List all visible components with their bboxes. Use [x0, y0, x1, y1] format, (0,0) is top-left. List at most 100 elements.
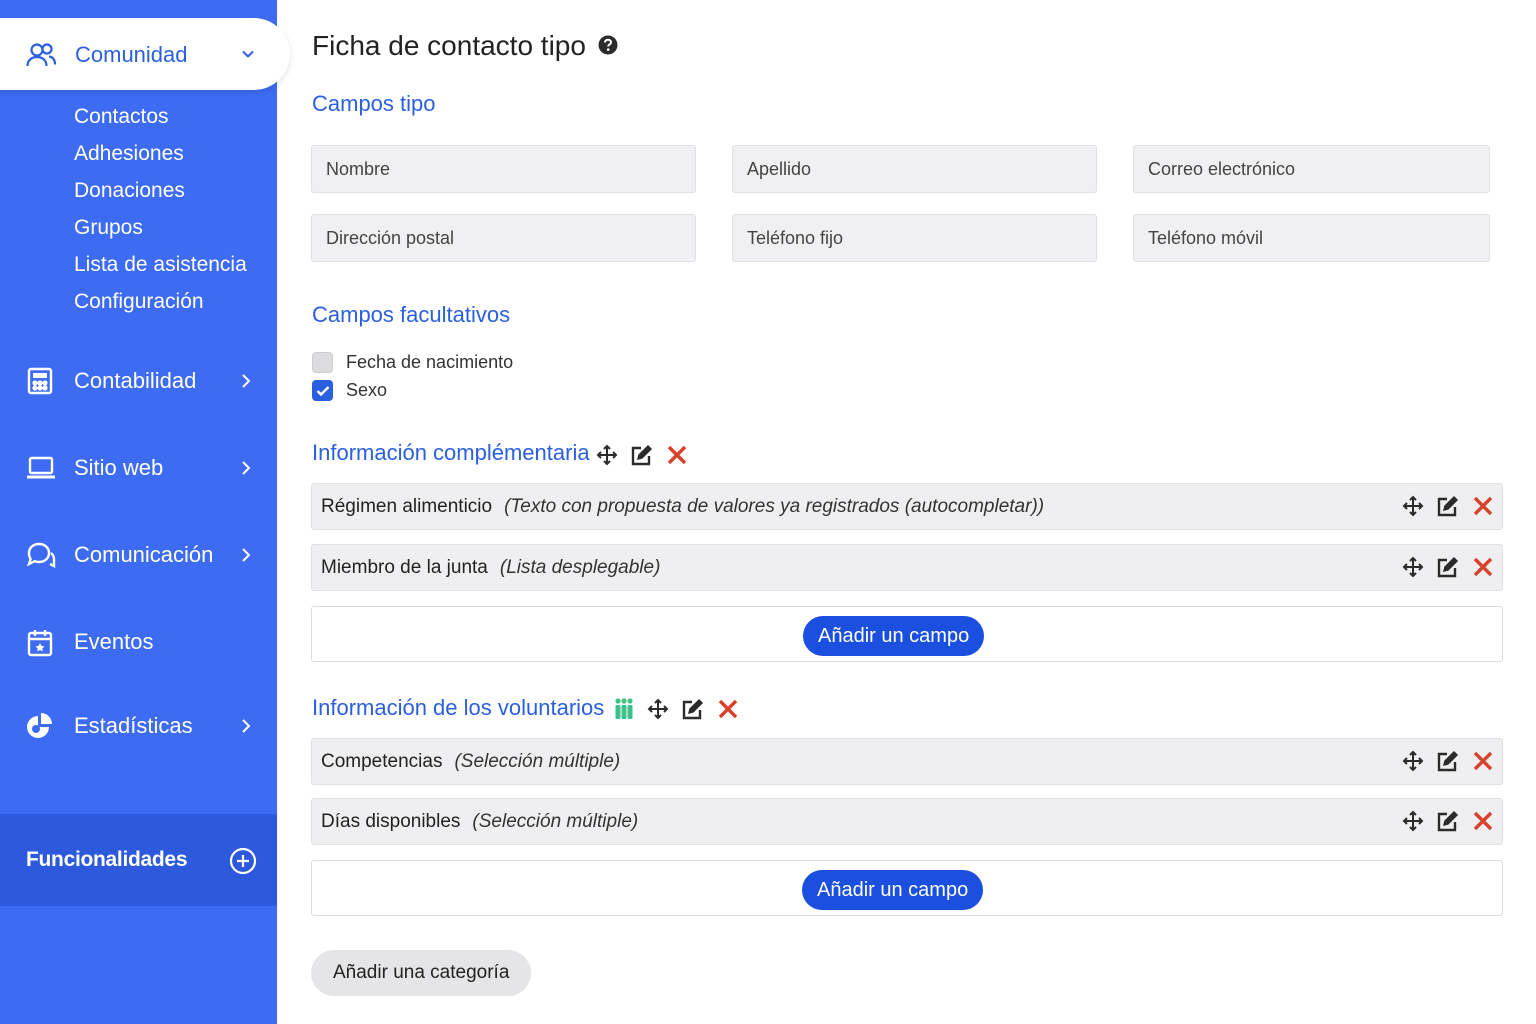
- chevron-down-icon[interactable]: [240, 46, 256, 67]
- move-icon[interactable]: [1402, 810, 1424, 837]
- sidebar: Comunidad Contactos Adhesiones Donacione…: [0, 0, 290, 1024]
- move-icon[interactable]: [1402, 556, 1424, 583]
- checkbox-sexo[interactable]: Sexo: [312, 380, 387, 401]
- checkbox-fecha-nacimiento[interactable]: Fecha de nacimiento: [312, 352, 513, 373]
- field-row-label: Régimen alimenticio (Texto con propuesta …: [321, 496, 1044, 518]
- chevron-right-icon: [238, 459, 254, 482]
- section-title-campos-facultativos: Campos facultativos: [312, 302, 511, 327]
- sub-item-contactos[interactable]: Contactos: [74, 100, 247, 137]
- field-direccion-postal[interactable]: Dirección postal: [311, 214, 696, 262]
- add-field-zone: Añadir un campo: [311, 860, 1503, 916]
- category-actions: [596, 443, 688, 472]
- page-title-text: Ficha de contacto tipo: [312, 30, 586, 61]
- page-title: Ficha de contacto tipo: [312, 30, 618, 62]
- features-label: Funcionalidades: [26, 848, 188, 871]
- section-title-campos-tipo: Campos tipo: [312, 91, 436, 116]
- edit-icon[interactable]: [1436, 809, 1460, 838]
- field-row-actions: [1402, 749, 1494, 778]
- sub-item-donaciones[interactable]: Donaciones: [74, 174, 247, 211]
- nav-item-sitio-web[interactable]: Sitio web: [0, 443, 277, 493]
- delete-icon[interactable]: [717, 698, 739, 725]
- nav-item-estadisticas[interactable]: Estadísticas: [0, 701, 277, 751]
- community-icon: [26, 42, 57, 73]
- delete-icon[interactable]: [666, 444, 688, 471]
- chevron-right-icon: [238, 717, 254, 740]
- sub-item-lista-asistencia[interactable]: Lista de asistencia: [74, 248, 247, 285]
- field-row-label: Competencias (Selección múltiple): [321, 751, 620, 773]
- add-field-zone: Añadir un campo: [311, 606, 1503, 662]
- help-icon[interactable]: [598, 30, 618, 62]
- laptop-icon: [26, 454, 56, 487]
- nav-label-contabilidad: Contabilidad: [74, 368, 197, 393]
- move-icon[interactable]: [596, 444, 618, 471]
- nav-item-contabilidad[interactable]: Contabilidad: [0, 356, 277, 406]
- field-correo-electronico[interactable]: Correo electrónico: [1133, 145, 1490, 193]
- add-field-button[interactable]: Añadir un campo: [803, 616, 985, 656]
- move-icon[interactable]: [647, 698, 669, 725]
- delete-icon[interactable]: [1472, 556, 1494, 583]
- field-row-label: Miembro de la junta (Lista desplegable): [321, 557, 660, 579]
- features-button[interactable]: Funcionalidades: [0, 814, 277, 906]
- field-row[interactable]: Miembro de la junta (Lista desplegable): [311, 544, 1503, 591]
- category-actions: [613, 697, 739, 726]
- field-row-type: (Selección múltiple): [454, 751, 621, 772]
- plus-circle-icon[interactable]: [229, 847, 257, 880]
- edit-icon[interactable]: [630, 443, 654, 472]
- submenu-comunidad: Contactos Adhesiones Donaciones Grupos L…: [74, 100, 247, 322]
- calendar-icon: [26, 628, 54, 663]
- field-row-label: Días disponibles (Selección múltiple): [321, 811, 638, 833]
- field-row-type: (Selección múltiple): [472, 811, 639, 832]
- field-row[interactable]: Competencias (Selección múltiple): [311, 738, 1503, 785]
- field-row-name: Miembro de la junta: [321, 557, 488, 578]
- category-title-informacion-voluntarios: Información de los voluntarios: [312, 695, 605, 720]
- field-row-actions: [1402, 494, 1494, 523]
- add-field-button[interactable]: Añadir un campo: [802, 870, 984, 910]
- field-row[interactable]: Régimen alimenticio (Texto con propuesta …: [311, 483, 1503, 530]
- nav-label-comunicacion: Comunicación: [74, 542, 214, 567]
- field-telefono-fijo[interactable]: Teléfono fijo: [732, 214, 1097, 262]
- nav-label-eventos: Eventos: [74, 629, 154, 654]
- chat-icon: [26, 541, 56, 574]
- nav-item-comunidad[interactable]: Comunidad: [0, 18, 290, 90]
- calculator-icon: [26, 367, 54, 400]
- edit-icon[interactable]: [681, 697, 705, 726]
- field-row-name: Días disponibles: [321, 811, 461, 832]
- check-icon: [316, 385, 329, 396]
- edit-icon[interactable]: [1436, 749, 1460, 778]
- move-icon[interactable]: [1402, 495, 1424, 522]
- field-row[interactable]: Días disponibles (Selección múltiple): [311, 798, 1503, 845]
- delete-icon[interactable]: [1472, 810, 1494, 837]
- nav-label-estadisticas: Estadísticas: [74, 713, 193, 738]
- field-apellido[interactable]: Apellido: [732, 145, 1097, 193]
- nav-label-comunidad: Comunidad: [75, 42, 188, 67]
- field-row-actions: [1402, 809, 1494, 838]
- delete-icon[interactable]: [1472, 495, 1494, 522]
- field-nombre[interactable]: Nombre: [311, 145, 696, 193]
- field-row-name: Régimen alimenticio: [321, 496, 493, 517]
- chevron-right-icon: [238, 372, 254, 395]
- pie-chart-icon: [26, 712, 54, 745]
- move-icon[interactable]: [1402, 750, 1424, 777]
- chevron-right-icon: [238, 546, 254, 569]
- nav-item-comunicacion[interactable]: Comunicación: [0, 530, 277, 580]
- edit-icon[interactable]: [1436, 555, 1460, 584]
- delete-icon[interactable]: [1472, 750, 1494, 777]
- field-row-type: (Lista desplegable): [499, 557, 661, 578]
- sub-item-grupos[interactable]: Grupos: [74, 211, 247, 248]
- nav-item-eventos[interactable]: Eventos: [0, 617, 277, 667]
- edit-icon[interactable]: [1436, 494, 1460, 523]
- checkbox-label: Fecha de nacimiento: [346, 352, 514, 372]
- sub-item-configuracion[interactable]: Configuración: [74, 285, 247, 322]
- field-row-actions: [1402, 555, 1494, 584]
- add-category-button[interactable]: Añadir una categoría: [311, 950, 532, 996]
- volunteers-icon: [613, 697, 635, 726]
- field-row-type: (Texto con propuesta de valores ya regis…: [504, 496, 1045, 517]
- checkbox-unchecked[interactable]: [312, 352, 333, 373]
- category-title-informacion-complementaria: Información complémentaria: [312, 440, 590, 465]
- sub-item-adhesiones[interactable]: Adhesiones: [74, 137, 247, 174]
- checkbox-checked[interactable]: [312, 380, 333, 401]
- checkbox-label: Sexo: [346, 380, 388, 400]
- nav-label-sitio-web: Sitio web: [74, 455, 164, 480]
- field-row-name: Competencias: [321, 751, 443, 772]
- field-telefono-movil[interactable]: Teléfono móvil: [1133, 214, 1490, 262]
